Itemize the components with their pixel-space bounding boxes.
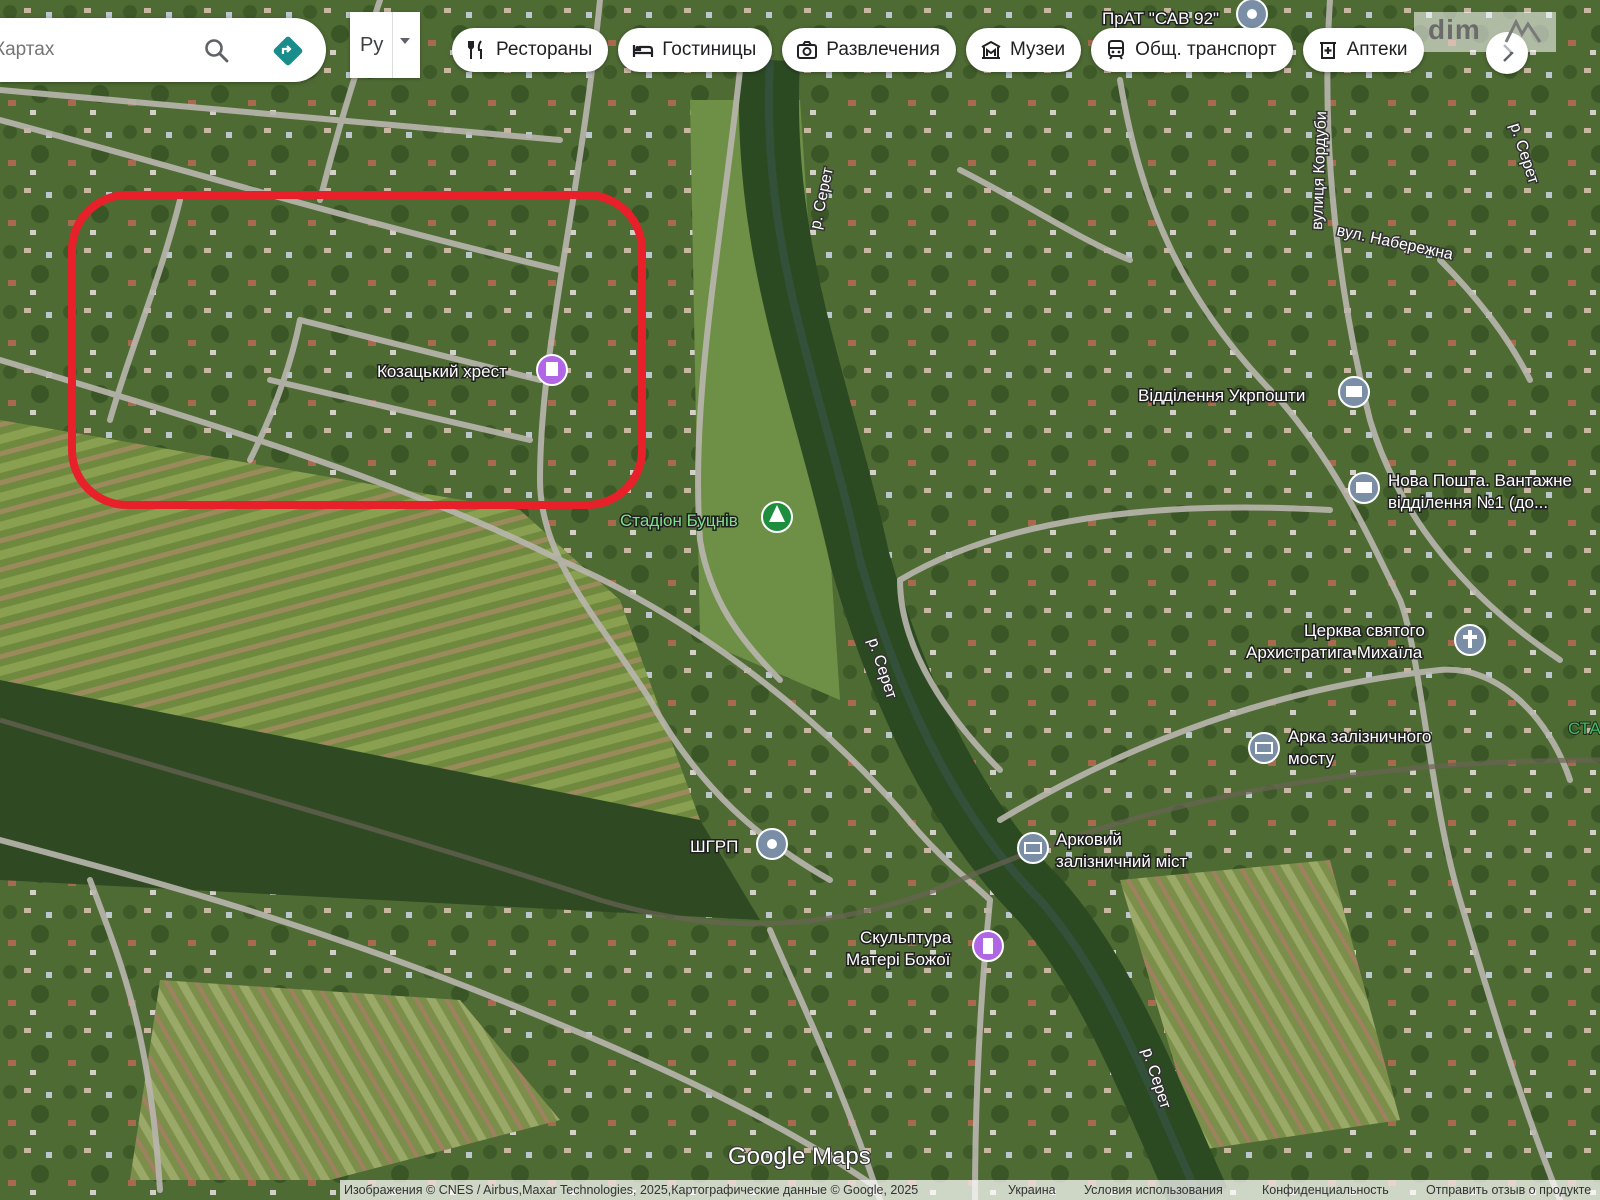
place-label-stadion[interactable]: Стадіон Буцнів	[619, 510, 740, 532]
chip-museums[interactable]: Музеи	[965, 28, 1082, 72]
chip-label: Музеи	[1009, 39, 1066, 60]
map-footer: Изображения © CNES / Airbus,Maxar Techno…	[340, 1180, 1600, 1200]
landmark-marker-arch-bridge[interactable]	[1017, 832, 1049, 864]
directions-icon[interactable]	[272, 35, 304, 67]
place-label-sav92[interactable]: ПрАТ "САВ 92"	[1101, 8, 1221, 30]
post-marker-ukrposhta[interactable]	[1338, 376, 1370, 408]
park-marker-stadion[interactable]	[761, 501, 793, 533]
terms-link[interactable]: Условия использования	[1084, 1183, 1223, 1197]
place-label-nova-poshta-1[interactable]: Нова Пошта. Вантажне	[1387, 470, 1574, 492]
category-chips: Рестораны Гостиницы Развлечения Музеи Об…	[452, 28, 1424, 72]
place-label-shgrp[interactable]: ШГРП	[689, 836, 740, 858]
language-divider	[392, 12, 393, 78]
watermark-text: dim	[1428, 14, 1481, 45]
church-marker[interactable]	[1454, 624, 1486, 656]
camera-icon	[797, 41, 818, 59]
place-label-bridge-arch-2[interactable]: мосту	[1287, 748, 1337, 770]
chip-pharmacies[interactable]: Аптеки	[1302, 28, 1424, 72]
place-label-arch-bridge-2[interactable]: залізничний міст	[1055, 851, 1190, 873]
language-value: Ру	[360, 34, 384, 56]
chip-label: Гостиницы	[662, 39, 757, 60]
google-maps-logo: Google Maps	[728, 1143, 871, 1170]
chip-label: Аптеки	[1346, 39, 1408, 60]
museum-icon	[981, 40, 1001, 59]
place-label-arch-bridge-1[interactable]: Арковий	[1055, 829, 1124, 851]
chip-hotels[interactable]: Гостиницы	[618, 28, 773, 72]
street-label-partial: СТА	[1568, 719, 1600, 738]
place-label-sculpture-2[interactable]: Матері Божої	[845, 949, 953, 971]
search-input[interactable]	[0, 32, 176, 68]
chip-entertainment[interactable]: Развлечения	[782, 28, 956, 72]
train-icon	[1108, 40, 1125, 60]
place-label-church-2[interactable]: Архистратига Михаїла	[1245, 642, 1425, 664]
chip-transit[interactable]: Общ. транспорт	[1091, 28, 1293, 72]
pin-marker-sav92[interactable]	[1236, 0, 1268, 30]
fork-knife-icon	[468, 40, 482, 59]
bed-icon	[633, 45, 654, 57]
place-label-bridge-arch-1[interactable]: Арка залізничного	[1287, 726, 1433, 748]
language-selector[interactable]: Ру	[350, 12, 420, 78]
chevron-down-icon	[400, 38, 410, 44]
place-label-ukrposhta[interactable]: Відділення Укрпошти	[1137, 385, 1307, 407]
ria-logo-icon	[1504, 18, 1542, 43]
satellite-map[interactable]: р. Серет р. Серет р. Серет р. Серет вули…	[0, 0, 1600, 1200]
monument-marker-sculpture[interactable]	[972, 930, 1004, 962]
monument-marker-kozatskyi[interactable]	[536, 354, 568, 386]
search-box[interactable]	[0, 18, 326, 82]
landmark-marker-bridge-arch[interactable]	[1248, 732, 1280, 764]
chip-label: Общ. транспорт	[1135, 39, 1277, 60]
dim-watermark: dim	[1414, 12, 1556, 52]
privacy-link[interactable]: Конфиденциальность	[1262, 1183, 1389, 1197]
feedback-link[interactable]: Отправить отзыв о продукте	[1426, 1183, 1591, 1197]
search-icon[interactable]	[204, 38, 230, 64]
place-label-nova-poshta-2[interactable]: відділення №1 (до...	[1387, 492, 1550, 514]
attribution-text: Изображения © CNES / Airbus,Maxar Techno…	[344, 1183, 919, 1197]
chip-label: Рестораны	[496, 39, 593, 60]
place-label-kozatskyi-khrest[interactable]: Козацький хрест	[376, 361, 509, 383]
chip-restaurants[interactable]: Рестораны	[452, 28, 609, 72]
footer-country: Украина	[1008, 1183, 1056, 1197]
post-marker-nova-poshta[interactable]	[1348, 472, 1380, 504]
place-label-church-1[interactable]: Церква святого	[1303, 620, 1427, 642]
pin-marker-shgrp[interactable]	[756, 828, 788, 860]
place-label-sculpture-1[interactable]: Скульптура	[859, 927, 954, 949]
chip-label: Развлечения	[826, 39, 940, 60]
pharmacy-icon	[1319, 42, 1336, 59]
